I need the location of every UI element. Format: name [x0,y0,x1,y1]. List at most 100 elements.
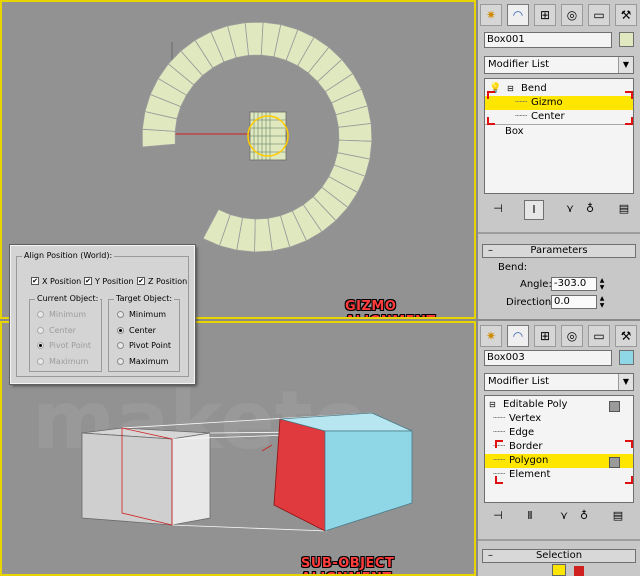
sub-object-bracket [625,117,633,125]
angle-spinner-arrows[interactable]: ▲ ▼ [598,277,606,291]
modifier-list-dropdown[interactable]: Modifier List ▼ [484,373,634,391]
stack-item-edge[interactable]: ┈┈ Edge [485,426,633,440]
hierarchy-tab[interactable]: ⊞ [534,325,556,347]
stack-item-label: Box [505,126,524,137]
sub-object-bracket [495,476,503,484]
y-position-checkbox[interactable]: ✔ [84,277,92,285]
utilities-tab[interactable]: ⚒ [615,4,637,26]
z-position-checkbox[interactable]: ✔ [137,277,145,285]
utilities-tab[interactable]: ⚒ [615,325,637,347]
element-mode-icon[interactable] [552,564,566,576]
configure-sets-icon[interactable]: ▤ [614,200,634,220]
utilities-hammer-icon: ⚒ [620,329,632,343]
gizmo-alignment-callout: GIZMO ALIGNMENT [345,299,435,317]
stack-item-label: Center [531,111,565,122]
stack-item-label: Border [509,441,543,452]
stack-item-element[interactable]: ┈┈ Element [485,468,633,482]
align-position-title: Align Position (World): [22,251,115,260]
stack-item-icon [609,401,620,412]
motion-tab[interactable]: ◎ [561,325,583,347]
stack-item-label: Edge [509,427,535,438]
pin-stack-icon[interactable]: ⊣ [488,507,508,527]
sub-object-bracket [495,440,503,448]
light-sparkle-icon: ✷ [485,8,497,22]
grey-box [81,427,211,526]
modify-tab[interactable]: ◠ [507,325,529,347]
sub-object-alignment-callout: SUB-OBJECT ALIGNMENT [301,556,395,574]
y-position-label: Y Position [95,277,134,286]
make-unique-icon[interactable]: ⋎ [554,507,574,527]
current-center-radio[interactable] [37,327,44,334]
stack-item-border[interactable]: ┈┈ Border [485,440,633,454]
sub-object-bracket [487,117,495,125]
collapse-icon[interactable]: ⊟ [507,82,514,96]
chevron-down-icon: ▼ [618,374,633,390]
configure-sets-icon[interactable]: ▤ [608,507,628,527]
current-center-label: Center [49,326,76,335]
current-minimum-radio[interactable] [37,311,44,318]
current-minimum-label: Minimum [49,310,87,319]
show-end-result-icon[interactable]: Ⅱ [520,507,540,527]
display-tab[interactable]: ▭ [588,4,610,26]
current-pivot-point-radio[interactable] [37,342,44,349]
hierarchy-icon: ⊞ [539,8,551,22]
current-object-title: Current Object: [35,294,101,303]
collapse-icon[interactable]: ⊟ [489,398,496,412]
command-panel-tabs: ✷ ◠ ⊞ ◎ ▭ ⚒ [480,2,638,28]
sub-object-bracket [625,476,633,484]
target-center-radio[interactable] [117,327,124,334]
modify-curve-icon: ◠ [512,329,524,343]
command-panel-tabs: ✷ ◠ ⊞ ◎ ▭ ⚒ [480,323,638,349]
modify-tab[interactable]: ◠ [507,4,529,26]
modifier-list-dropdown[interactable]: Modifier List ▼ [484,56,634,74]
remove-modifier-icon[interactable]: ♁ [580,200,600,220]
stack-item-label: Gizmo [531,97,563,108]
selection-title: Selection [535,550,583,561]
target-pivot-point-radio[interactable] [117,342,124,349]
selection-rollout-header[interactable]: – Selection [482,549,636,563]
stack-item-box[interactable]: Box [485,125,633,139]
hierarchy-tab[interactable]: ⊞ [534,4,556,26]
stack-item-editable-poly[interactable]: ⊟ Editable Poly [485,398,633,412]
minus-icon: – [488,550,493,561]
angle-spinner-field[interactable]: -303.0 [551,277,597,291]
stack-item-gizmo[interactable]: ┈┈ Gizmo [485,96,633,110]
motion-tab[interactable]: ◎ [561,4,583,26]
target-maximum-radio[interactable] [117,358,124,365]
target-pivot-point-label: Pivot Point [129,341,172,350]
current-maximum-radio[interactable] [37,358,44,365]
center-box [247,111,289,161]
x-position-checkbox[interactable]: ✔ [31,277,39,285]
stack-item-center[interactable]: ┈┈ Center [485,110,633,124]
pin-stack-icon[interactable]: ⊣ [488,200,508,220]
direction-spinner-field[interactable]: 0.0 [551,295,597,309]
object-name-field[interactable]: Box003 [484,350,612,366]
stack-item-label: Editable Poly [503,399,568,410]
stack-item-polygon[interactable]: ┈┈ Polygon [485,454,633,468]
polygon-mode-icon[interactable] [574,566,584,576]
ring-segment [244,21,264,56]
panel-divider [478,232,640,234]
panel-divider [478,539,640,541]
make-unique-icon[interactable]: ⋎ [560,200,580,220]
target-minimum-radio[interactable] [117,311,124,318]
create-tab[interactable]: ✷ [480,325,502,347]
display-tab[interactable]: ▭ [588,325,610,347]
direction-spinner-arrows[interactable]: ▲ ▼ [598,295,606,309]
display-icon: ▭ [593,8,605,22]
sub-object-bracket [625,440,633,448]
remove-modifier-icon[interactable]: ♁ [574,507,594,527]
stack-item-vertex[interactable]: ┈┈ Vertex [485,412,633,426]
object-color-swatch[interactable] [619,32,634,47]
stack-item-label: Bend [521,83,547,94]
z-position-label: Z Position [148,277,188,286]
show-end-result-icon[interactable]: I [524,200,544,220]
direction-label: Direction: [506,297,555,308]
parameters-rollout-header[interactable]: – Parameters [482,244,636,258]
object-name-field[interactable]: Box001 [484,32,612,48]
stack-item-bend[interactable]: 💡 ⊟ Bend [485,82,633,96]
minus-icon: – [488,245,493,256]
object-color-swatch[interactable] [619,350,634,365]
modify-curve-icon: ◠ [512,8,524,22]
create-tab[interactable]: ✷ [480,4,502,26]
